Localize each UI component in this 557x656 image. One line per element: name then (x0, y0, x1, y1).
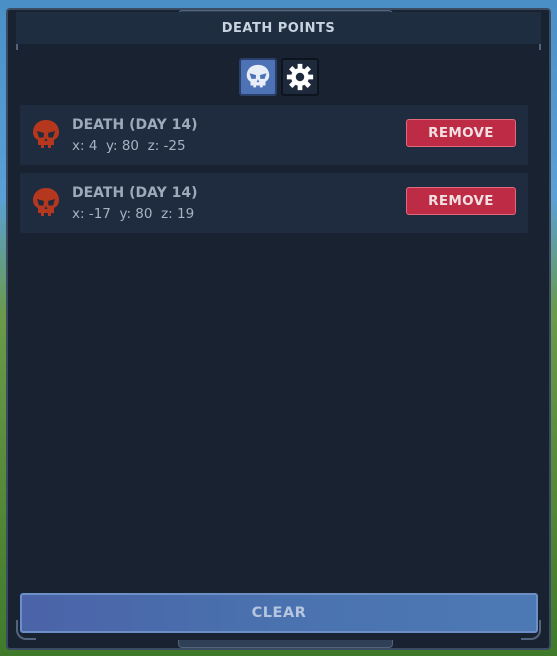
skull-icon (33, 120, 59, 148)
skull-icon (33, 188, 59, 216)
remove-button[interactable]: REMOVE (406, 187, 516, 215)
tab-death-points[interactable] (238, 58, 277, 96)
death-points-list: DEATH (DAY 14) x: 4 y: 80 z: -25 REMOVE … (20, 105, 528, 241)
panel-title: DEATH POINTS (221, 20, 336, 36)
death-points-panel: DEATH POINTS DEATH (DAY 14) x: 4 y: 80 z… (6, 8, 551, 650)
tab-bar (8, 58, 549, 96)
panel-bottom-trim (178, 640, 393, 648)
death-point-title: DEATH (DAY 14) (72, 185, 198, 201)
list-item: DEATH (DAY 14) x: 4 y: 80 z: -25 REMOVE (20, 105, 528, 165)
tab-settings[interactable] (280, 58, 319, 96)
gear-icon (286, 63, 313, 91)
death-point-coords: x: -17 y: 80 z: 19 (72, 206, 195, 222)
remove-button[interactable]: REMOVE (406, 119, 516, 147)
list-item: DEATH (DAY 14) x: -17 y: 80 z: 19 REMOVE (20, 173, 528, 233)
death-point-coords: x: 4 y: 80 z: -25 (72, 138, 186, 154)
panel-header: DEATH POINTS (16, 12, 541, 44)
skull-icon (246, 64, 269, 88)
death-point-title: DEATH (DAY 14) (72, 117, 198, 133)
clear-button[interactable]: CLEAR (20, 593, 538, 633)
